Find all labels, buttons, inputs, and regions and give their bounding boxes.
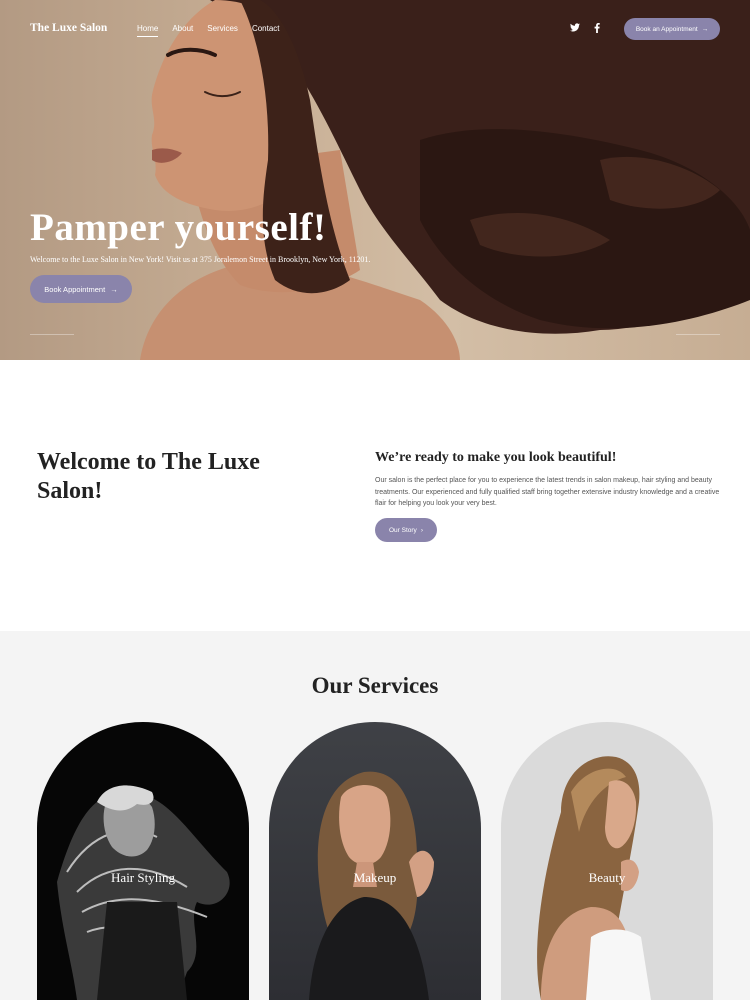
service-label-beauty: Beauty xyxy=(588,870,626,885)
service-card-beauty[interactable]: Beauty xyxy=(501,722,713,1000)
hero-title: Pamper yourself! xyxy=(30,206,327,249)
nav-contact-link[interactable]: Contact xyxy=(252,24,280,37)
brand-logo[interactable]: The Luxe Salon xyxy=(30,22,107,34)
welcome-text: Our salon is the perfect place for you t… xyxy=(375,477,720,507)
nav-home-link[interactable]: Home xyxy=(137,24,159,37)
nav-about-link[interactable]: About xyxy=(172,24,193,37)
services-title: Our Services xyxy=(311,673,439,698)
arrow-right-icon: › xyxy=(420,526,423,534)
slider-next-indicator[interactable] xyxy=(676,334,720,335)
our-story-label: Our Story xyxy=(389,526,417,534)
arrow-right-icon: → xyxy=(701,25,709,33)
service-label-hair-styling: Hair Styling xyxy=(111,870,175,885)
welcome-title: Welcome to The Luxe Salon! xyxy=(37,449,260,504)
service-card-makeup[interactable]: Makeup xyxy=(269,722,481,1000)
makeup-image xyxy=(309,771,434,1000)
nav-cta-label: Book an Appointment xyxy=(635,25,698,33)
service-card-hair-styling[interactable]: Hair Styling xyxy=(37,722,249,1000)
book-appointment-hero-button[interactable]: Book Appointment → xyxy=(30,275,132,303)
facebook-icon[interactable] xyxy=(594,23,600,35)
hair-styling-image xyxy=(57,785,230,1000)
hero-cta-label: Book Appointment xyxy=(44,284,106,294)
main-menu: Home About Services Contact xyxy=(137,24,294,37)
book-appointment-nav-button[interactable]: Book an Appointment → xyxy=(624,18,720,40)
slider-prev-indicator[interactable] xyxy=(30,334,74,335)
arrow-right-icon: → xyxy=(110,284,118,294)
hero-subtitle: Welcome to the Luxe Salon in New York! V… xyxy=(30,255,371,264)
nav-services-link[interactable]: Services xyxy=(207,24,238,37)
hero-section: The Luxe Salon Home About Services Conta… xyxy=(0,0,750,360)
welcome-heading: We’re ready to make you look beautiful! xyxy=(375,450,617,465)
service-label-makeup: Makeup xyxy=(353,870,397,885)
top-nav: The Luxe Salon Home About Services Conta… xyxy=(0,0,750,60)
beauty-image xyxy=(537,756,651,1000)
twitter-icon[interactable] xyxy=(570,23,580,34)
our-story-button[interactable]: Our Story › xyxy=(375,518,437,542)
